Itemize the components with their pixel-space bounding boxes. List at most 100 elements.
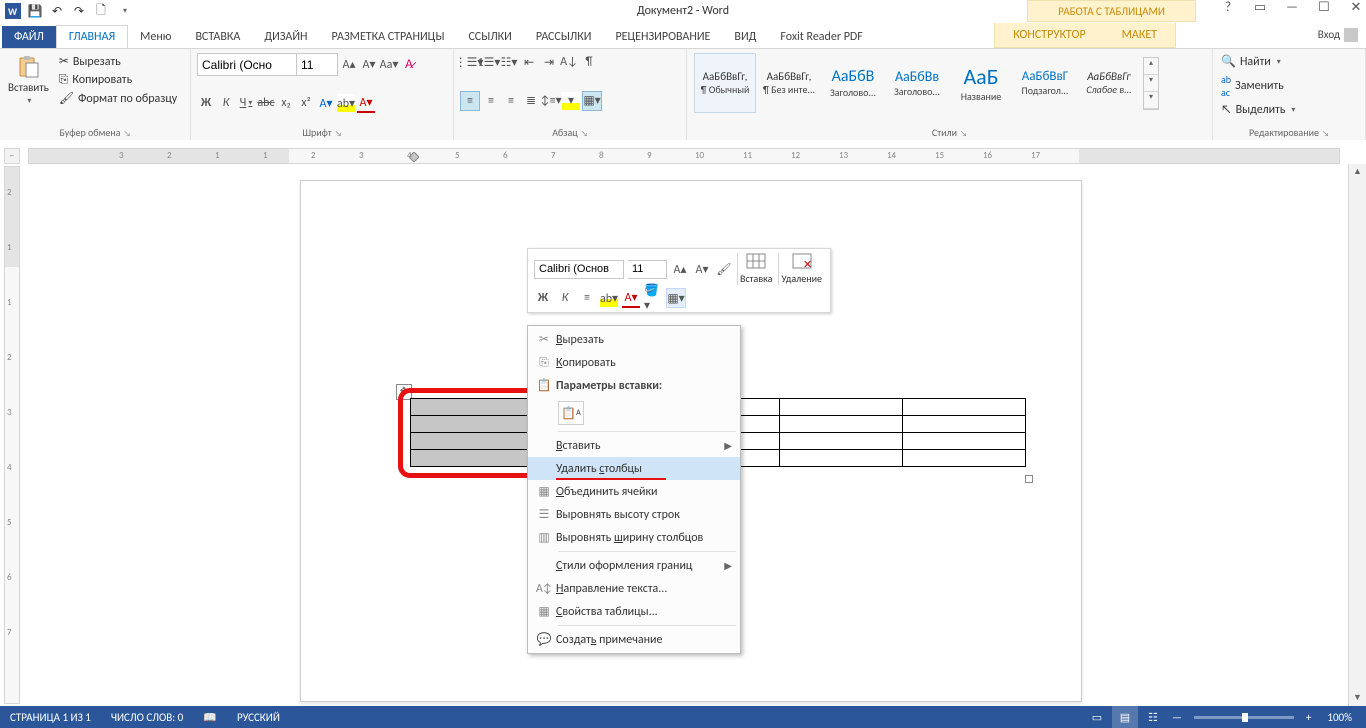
align-left-button[interactable]: ≡ (460, 91, 480, 111)
cut-button[interactable]: ✂Вырезать (57, 53, 179, 70)
status-proofing-icon[interactable]: 📖 (193, 711, 227, 724)
status-language[interactable]: РУССКИЙ (227, 711, 290, 724)
ctx-insert[interactable]: Вставить▶ (528, 434, 740, 457)
ribbon-opts-icon[interactable]: ▭ (1252, 0, 1268, 15)
copy-button[interactable]: ⎘Копировать (57, 72, 179, 88)
borders-button[interactable]: ▦▾ (582, 91, 602, 111)
ctx-new-comment[interactable]: 💬Создать примечание (528, 628, 740, 651)
status-words[interactable]: ЧИСЛО СЛОВ: 0 (101, 711, 193, 724)
paste-option-icon[interactable]: 📋A (558, 401, 584, 425)
scroll-up-icon[interactable]: ▲ (1349, 164, 1366, 180)
grow-font-button[interactable]: A▴ (340, 56, 358, 74)
justify-button[interactable]: ≣ (522, 92, 540, 110)
mini-shading-button[interactable]: 🪣▾ (644, 289, 662, 307)
qat-more-icon[interactable]: ▾ (116, 2, 134, 20)
ctx-dist-rows[interactable]: ☰Выровнять высоту строк (528, 503, 740, 526)
line-spacing-button[interactable]: ↕≡▾ (542, 92, 560, 110)
superscript-button[interactable]: x² (297, 94, 315, 112)
paste-button[interactable]: Вставить ▾ (6, 53, 51, 108)
bold-button[interactable]: Ж (197, 94, 215, 112)
italic-button[interactable]: К (217, 94, 235, 112)
change-case-button[interactable]: Aa▾ (380, 56, 398, 74)
tab-construct[interactable]: КОНСТРУКТОР (995, 28, 1103, 42)
multilevel-button[interactable]: ☷▾ (500, 53, 518, 71)
mini-shrink-button[interactable]: A▾ (693, 260, 711, 278)
zoom-slider[interactable] (1194, 716, 1294, 719)
style-subtle[interactable]: АаБбВвГгСлабое в... (1078, 53, 1140, 113)
mini-delete-button[interactable]: ✕Удаление (778, 253, 824, 285)
ctx-dist-cols[interactable]: ▥Выровнять ширину столбцов (528, 526, 740, 549)
subscript-button[interactable]: x₂ (277, 94, 295, 112)
ruler-corner[interactable]: ⌐ (4, 148, 20, 164)
minimize-icon[interactable]: — (1284, 0, 1300, 15)
find-button[interactable]: 🔍Найти▾ (1219, 53, 1359, 70)
ctx-delete-columns[interactable]: Удалить столбцы (528, 457, 740, 480)
mini-insert-button[interactable]: Вставка (737, 253, 774, 285)
style-normal[interactable]: АаБбВвГг,¶ Обычный (694, 53, 756, 113)
replace-button[interactable]: abacЗаменить (1219, 72, 1359, 100)
ctx-table-props[interactable]: ▦Свойства таблицы... (528, 600, 740, 623)
style-heading1[interactable]: АаБбВЗаголово... (822, 53, 884, 113)
mini-fontcolor-button[interactable]: A▾ (622, 288, 640, 308)
tab-home[interactable]: ГЛАВНАЯ (56, 25, 128, 48)
tab-maket[interactable]: МАКЕТ (1104, 28, 1175, 42)
scroll-down-icon[interactable]: ▼ (1349, 690, 1366, 706)
mini-italic-button[interactable]: К (556, 289, 574, 307)
mini-highlight-button[interactable]: ab▾ (600, 289, 618, 307)
mini-size-input[interactable] (628, 260, 667, 279)
tab-page-layout[interactable]: РАЗМЕТКА СТРАНИЦЫ (320, 26, 457, 48)
help-icon[interactable]: ? (1220, 0, 1236, 15)
mini-bold-button[interactable]: Ж (534, 289, 552, 307)
font-color-button[interactable]: A▾ (357, 93, 375, 113)
style-subtitle[interactable]: АаБбВвГПодзагол... (1014, 53, 1076, 113)
view-read-button[interactable]: ▭ (1084, 706, 1110, 728)
style-title[interactable]: АаБНазвание (950, 53, 1012, 113)
zoom-value[interactable]: 100% (1317, 711, 1362, 724)
mini-borders-button[interactable]: ▦▾ (666, 288, 686, 308)
tab-file[interactable]: ФАЙЛ (2, 26, 56, 48)
tab-view[interactable]: ВИД (722, 26, 768, 48)
view-print-button[interactable]: ▤ (1112, 706, 1138, 728)
signin-link[interactable]: Вход (1318, 28, 1358, 42)
dec-indent-button[interactable]: ⇤ (520, 53, 538, 71)
vertical-scrollbar[interactable]: ▲ ▼ (1348, 164, 1366, 706)
ctx-cut[interactable]: ✂Вырезать (528, 328, 740, 351)
redo-icon[interactable]: ↷ (70, 2, 88, 20)
clear-format-button[interactable]: A̷ (400, 56, 418, 74)
tab-design[interactable]: ДИЗАЙН (252, 26, 319, 48)
shrink-font-button[interactable]: A▾ (360, 56, 378, 74)
vertical-ruler[interactable]: 211234567 (4, 166, 20, 704)
mini-format-painter-icon[interactable]: 🖌 (715, 260, 733, 278)
highlight-button[interactable]: ab▾ (337, 94, 355, 112)
tab-insert[interactable]: ВСТАВКА (183, 26, 252, 48)
align-center-button[interactable]: ≡ (482, 92, 500, 110)
tab-menu[interactable]: Меню (128, 26, 183, 48)
text-effects-button[interactable]: A▾ (317, 94, 335, 112)
zoom-thumb[interactable] (1242, 713, 1248, 722)
close-icon[interactable]: ✕ (1348, 0, 1364, 15)
mini-font-input[interactable] (534, 260, 624, 279)
underline-button[interactable]: Ч▾ (237, 94, 255, 112)
font-size-input[interactable] (297, 53, 338, 76)
maximize-icon[interactable]: ☐ (1316, 0, 1332, 15)
tab-references[interactable]: ССЫЛКИ (456, 26, 523, 48)
newdoc-icon[interactable]: 🗋 (92, 2, 110, 20)
tab-foxit[interactable]: Foxit Reader PDF (768, 26, 874, 48)
ctx-text-direction[interactable]: A↕Направление текста... (528, 577, 740, 600)
select-button[interactable]: ↖Выделить▾ (1219, 102, 1359, 118)
inc-indent-button[interactable]: ⇥ (540, 53, 558, 71)
strike-button[interactable]: abc (257, 94, 275, 112)
zoom-in-button[interactable]: + (1302, 711, 1315, 724)
zoom-out-button[interactable]: — (1168, 711, 1186, 724)
tab-mailings[interactable]: РАССЫЛКИ (524, 26, 604, 48)
styles-more-button[interactable]: ▴▾▾ (1143, 57, 1159, 110)
numbering-button[interactable]: 1☰▾ (480, 53, 498, 71)
bullets-button[interactable]: ⋮☰▾ (460, 53, 478, 71)
horizontal-ruler[interactable]: 3211234567891011121314151617 (28, 148, 1340, 164)
mini-grow-button[interactable]: A▴ (671, 260, 689, 278)
ctx-merge[interactable]: ▦Объединить ячейки (528, 480, 740, 503)
ctx-border-styles[interactable]: Стили оформления границ▶ (528, 554, 740, 577)
font-name-input[interactable] (197, 53, 297, 76)
view-web-button[interactable]: ☷ (1140, 706, 1166, 728)
status-page[interactable]: СТРАНИЦА 1 ИЗ 1 (0, 711, 101, 724)
